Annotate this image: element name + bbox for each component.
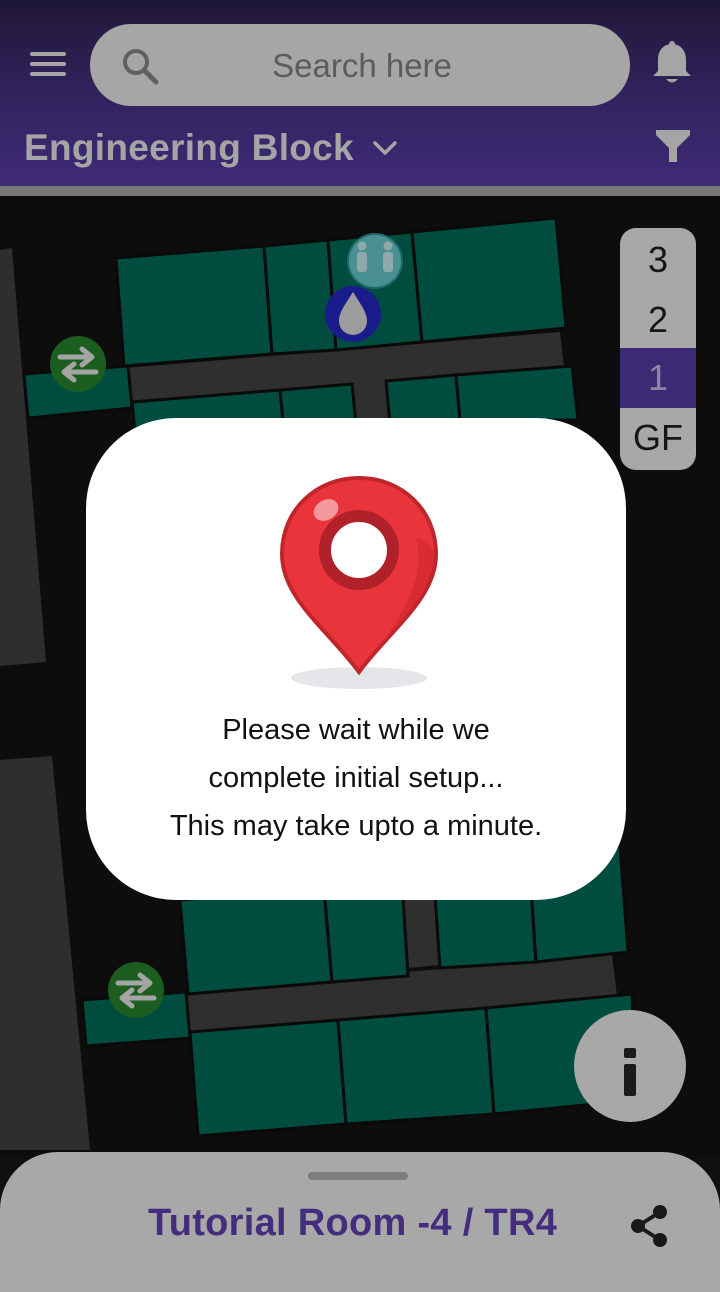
header-divider	[0, 186, 720, 196]
bell-icon[interactable]	[650, 40, 694, 86]
floor-gf-button[interactable]: GF	[620, 408, 696, 468]
floor-2-button[interactable]: 2	[620, 290, 696, 350]
setup-dialog: Please wait while we complete initial se…	[86, 418, 626, 900]
floor-1-button[interactable]: 1	[620, 348, 696, 408]
floor-picker: 3 2 1 GF	[620, 228, 696, 470]
top-app-bar: Engineering Block	[0, 0, 720, 186]
filter-icon[interactable]	[654, 128, 692, 164]
room[interactable]	[262, 238, 338, 356]
room[interactable]	[178, 886, 334, 996]
block-selector[interactable]: Engineering Block	[24, 120, 398, 176]
share-icon[interactable]	[628, 1204, 670, 1248]
chevron-down-icon	[373, 141, 397, 155]
water-drop-icon[interactable]	[325, 286, 381, 342]
search-input[interactable]	[210, 40, 514, 92]
exchange-arrows-icon[interactable]	[50, 336, 106, 392]
wall-block	[0, 756, 90, 1150]
bottom-sheet[interactable]: Tutorial Room -4 / TR4	[0, 1152, 720, 1292]
setup-message: Please wait while we complete initial se…	[86, 706, 626, 850]
menu-icon[interactable]	[28, 48, 68, 80]
exchange-arrows-icon[interactable]	[108, 962, 164, 1018]
restroom-icon[interactable]	[347, 233, 403, 289]
setup-message-line-1: Please wait while we	[222, 714, 490, 746]
sheet-drag-handle[interactable]	[308, 1172, 408, 1180]
room[interactable]	[384, 373, 462, 426]
setup-message-line-2: complete initial setup...	[208, 762, 504, 794]
search-bar[interactable]	[90, 24, 630, 106]
search-icon[interactable]	[120, 46, 160, 86]
info-icon[interactable]	[574, 1010, 686, 1122]
room-title: Tutorial Room -4 / TR4	[148, 1202, 558, 1244]
location-pin-icon	[279, 475, 439, 689]
wall-block	[0, 248, 46, 666]
setup-message-line-3: This may take upto a minute.	[169, 810, 543, 842]
room[interactable]	[114, 244, 274, 368]
room[interactable]	[410, 216, 568, 344]
room[interactable]	[336, 1006, 496, 1126]
room[interactable]	[188, 1018, 348, 1138]
room[interactable]	[454, 364, 580, 422]
floor-3-button[interactable]: 3	[620, 230, 696, 290]
block-title: Engineering Block	[24, 127, 354, 168]
